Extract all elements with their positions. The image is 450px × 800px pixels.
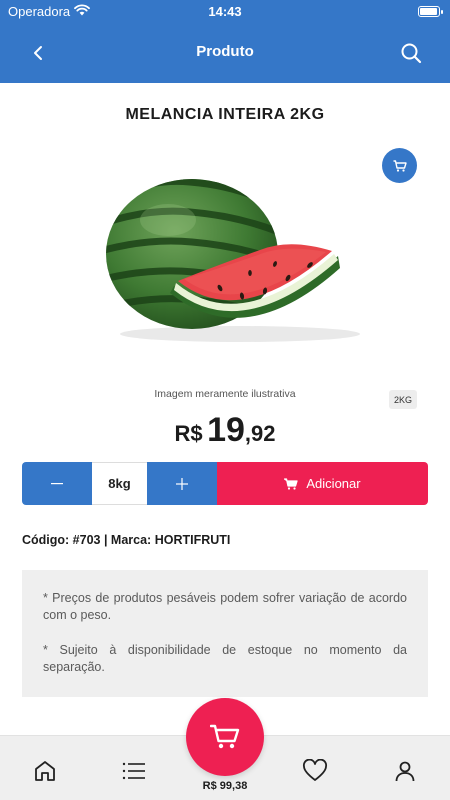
- image-caption: Imagem meramente ilustrativa: [154, 388, 296, 400]
- price-decimal: ,92: [244, 421, 276, 446]
- price-notes: * Preços de produtos pesáveis podem sofr…: [22, 570, 428, 697]
- battery-icon: [418, 6, 443, 17]
- search-icon: [401, 43, 422, 64]
- minus-icon: [51, 482, 63, 484]
- price-currency: R$: [174, 421, 203, 446]
- cart-button[interactable]: [186, 698, 264, 776]
- status-time: 14:43: [208, 4, 242, 19]
- note-weight-variation: * Preços de produtos pesáveis podem sofr…: [43, 591, 407, 622]
- price-integer: 19: [207, 411, 245, 449]
- status-bar: Operadora 14:43: [0, 0, 450, 24]
- product-price: R$ 19,92: [0, 411, 450, 450]
- note-stock-availability: * Sujeito à disponibilidade de estoque n…: [43, 643, 407, 674]
- list-icon: [122, 762, 145, 780]
- increase-quantity-button[interactable]: [147, 462, 217, 505]
- quantity-row: 8kg Adicionar: [22, 462, 428, 505]
- page-title: Produto: [196, 43, 254, 60]
- search-button[interactable]: [398, 40, 424, 66]
- cart-icon: [393, 159, 407, 172]
- top-bar: Operadora 14:43 Produto: [0, 0, 450, 83]
- product-code-brand: Código: #703 | Marca: HORTIFRUTI: [22, 533, 231, 547]
- nav-bar: Produto: [0, 24, 450, 83]
- decrease-quantity-button[interactable]: [22, 462, 92, 505]
- cart-icon: [284, 477, 299, 490]
- quantity-value[interactable]: 8kg: [92, 462, 147, 505]
- weight-badge: 2KG: [389, 390, 417, 409]
- plus-icon: [176, 477, 188, 490]
- quick-add-cart-button[interactable]: [382, 148, 417, 183]
- add-to-cart-button[interactable]: Adicionar: [217, 462, 428, 505]
- cart-icon: [210, 724, 240, 749]
- add-button-label: Adicionar: [306, 476, 361, 491]
- cart-total: R$ 99,38: [202, 780, 248, 792]
- product-image: [70, 138, 380, 368]
- product-title: MELANCIA INTEIRA 2KG: [125, 106, 325, 123]
